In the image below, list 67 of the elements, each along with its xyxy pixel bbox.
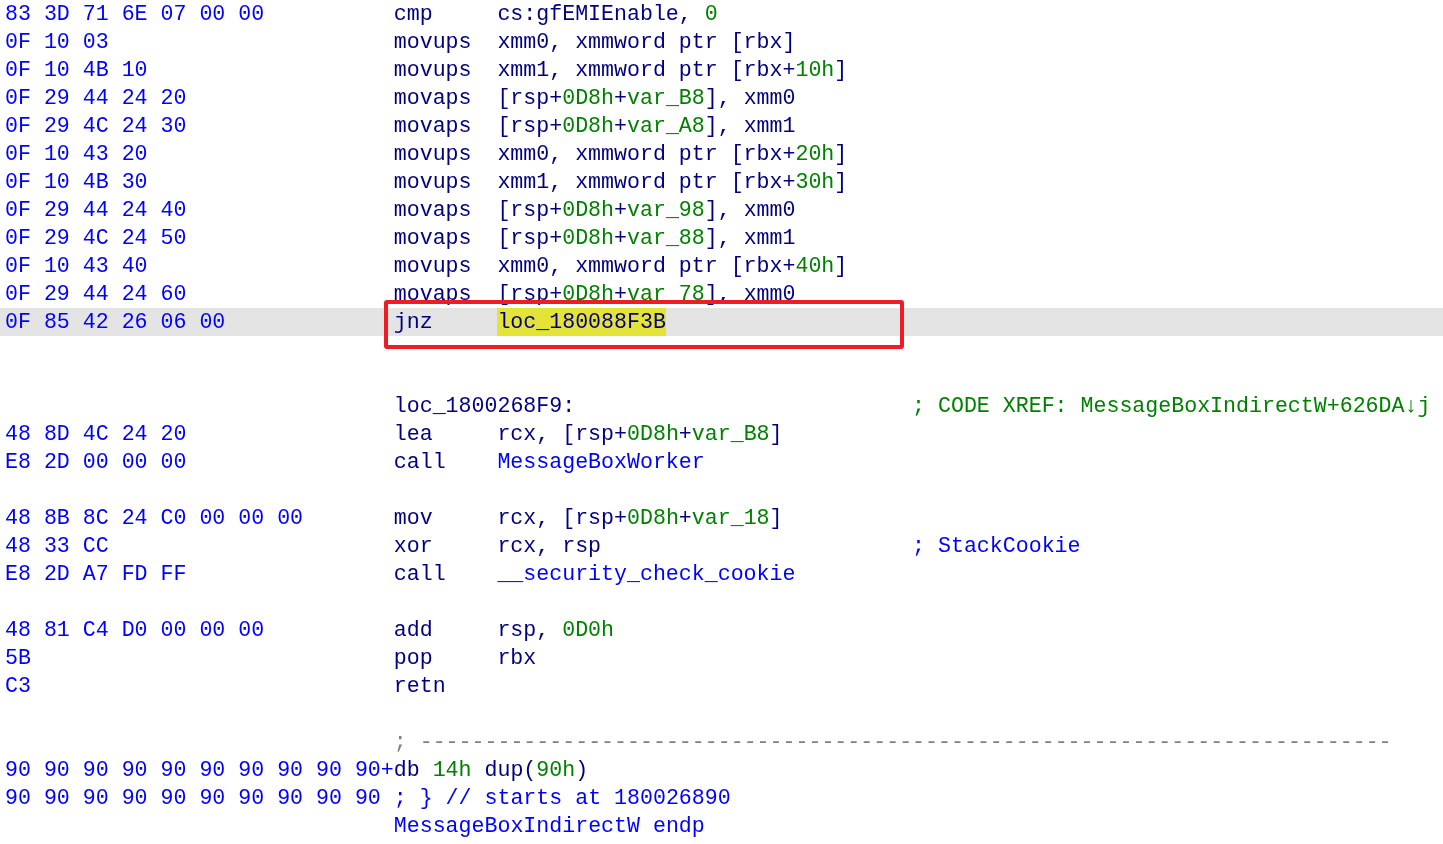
mnemonic: movaps bbox=[393, 226, 472, 250]
mnemonic: call bbox=[393, 450, 446, 474]
code-label: loc_1800268F9: bbox=[393, 394, 576, 418]
mnemonic: pop bbox=[393, 646, 433, 670]
operand-text: xmm1, xmmword ptr [rbx+30h] bbox=[497, 169, 848, 196]
byte-codes: 0F 10 43 40 bbox=[5, 254, 148, 278]
byte-codes: 0F 10 03 bbox=[5, 30, 109, 54]
mnemonic: movups bbox=[393, 58, 472, 82]
byte-codes: 48 33 CC bbox=[5, 534, 109, 558]
operand-text: xmm0, xmmword ptr [rbx+40h] bbox=[497, 253, 848, 280]
operand-text: rcx, [rsp+0D8h+var_18] bbox=[497, 505, 783, 532]
byte-codes: 48 8B 8C 24 C0 00 00 00 bbox=[5, 506, 304, 530]
operand-text: xmm1, xmmword ptr [rbx+10h] bbox=[497, 57, 848, 84]
byte-codes: 0F 10 4B 10 bbox=[5, 58, 148, 82]
code-text: MessageBoxIndirectW endp bbox=[393, 813, 705, 840]
mnemonic: mov bbox=[393, 506, 433, 530]
operand-text: [rsp+0D8h+var_B8], xmm0 bbox=[497, 85, 796, 112]
code-text: ; } // starts at 180026890 bbox=[393, 785, 731, 812]
mnemonic: call bbox=[393, 562, 446, 586]
mnemonic: movups bbox=[393, 170, 472, 194]
operand-text: [rsp+0D8h+var_88], xmm1 bbox=[497, 225, 796, 252]
byte-codes: E8 2D A7 FD FF bbox=[5, 562, 187, 586]
operand-text: rcx, [rsp+0D8h+var_B8] bbox=[497, 421, 783, 448]
byte-codes: 83 3D 71 6E 07 00 00 bbox=[5, 2, 265, 26]
operand-text: [rsp+0D8h+var_A8], xmm1 bbox=[497, 113, 796, 140]
mnemonic: jnz bbox=[393, 310, 433, 334]
byte-codes: 90 90 90 90 90 90 90 90 90 90+ bbox=[5, 758, 394, 782]
mnemonic: xor bbox=[393, 534, 433, 558]
byte-codes: 90 90 90 90 90 90 90 90 90 90 bbox=[5, 786, 381, 810]
byte-codes: E8 2D 00 00 00 bbox=[5, 450, 187, 474]
mnemonic: movaps bbox=[393, 198, 472, 222]
byte-codes: 48 81 C4 D0 00 00 00 bbox=[5, 618, 265, 642]
mnemonic: movaps bbox=[393, 282, 472, 306]
mnemonic: movups bbox=[393, 254, 472, 278]
operand-text: cs:gfEMIEnable, 0 bbox=[497, 1, 718, 28]
operand-text: xmm0, xmmword ptr [rbx] bbox=[497, 29, 796, 56]
mnemonic: retn bbox=[393, 674, 446, 698]
byte-codes: 0F 85 42 26 06 00 bbox=[5, 310, 226, 334]
byte-codes: 48 8D 4C 24 20 bbox=[5, 422, 187, 446]
byte-codes: 0F 29 44 24 40 bbox=[5, 198, 187, 222]
mnemonic: movaps bbox=[393, 86, 472, 110]
comment: ; CODE XREF: MessageBoxIndirectW+626DA↓j bbox=[912, 393, 1431, 420]
mnemonic: movups bbox=[393, 30, 472, 54]
comment: ; StackCookie bbox=[912, 533, 1081, 560]
byte-codes: 0F 29 44 24 60 bbox=[5, 282, 187, 306]
byte-codes: C3 bbox=[5, 674, 31, 698]
byte-codes: 0F 29 4C 24 50 bbox=[5, 226, 187, 250]
mnemonic: movups bbox=[393, 142, 472, 166]
byte-codes: 0F 29 4C 24 30 bbox=[5, 114, 187, 138]
mnemonic: lea bbox=[393, 422, 433, 446]
mnemonic: cmp bbox=[393, 2, 433, 26]
byte-codes: 0F 10 43 20 bbox=[5, 142, 148, 166]
code-text: db 14h dup(90h) bbox=[393, 757, 589, 784]
byte-codes: 5B bbox=[5, 646, 31, 670]
mnemonic: add bbox=[393, 618, 433, 642]
separator-comment: ; --------------------------------------------------------------------------- bbox=[393, 729, 1392, 756]
operand-text: rbx bbox=[497, 645, 537, 672]
operand-text: loc_180088F3B bbox=[497, 308, 666, 336]
operand-text: MessageBoxWorker bbox=[497, 449, 705, 476]
operand-text: [rsp+0D8h+var_98], xmm0 bbox=[497, 197, 796, 224]
operand-text: rcx, rsp bbox=[497, 533, 602, 560]
byte-codes: 0F 10 4B 30 bbox=[5, 170, 148, 194]
mnemonic: movaps bbox=[393, 114, 472, 138]
operand-text: __security_check_cookie bbox=[497, 561, 796, 588]
operand-text: xmm0, xmmword ptr [rbx+20h] bbox=[497, 141, 848, 168]
byte-codes: 0F 29 44 24 20 bbox=[5, 86, 187, 110]
operand-text: rsp, 0D0h bbox=[497, 617, 615, 644]
